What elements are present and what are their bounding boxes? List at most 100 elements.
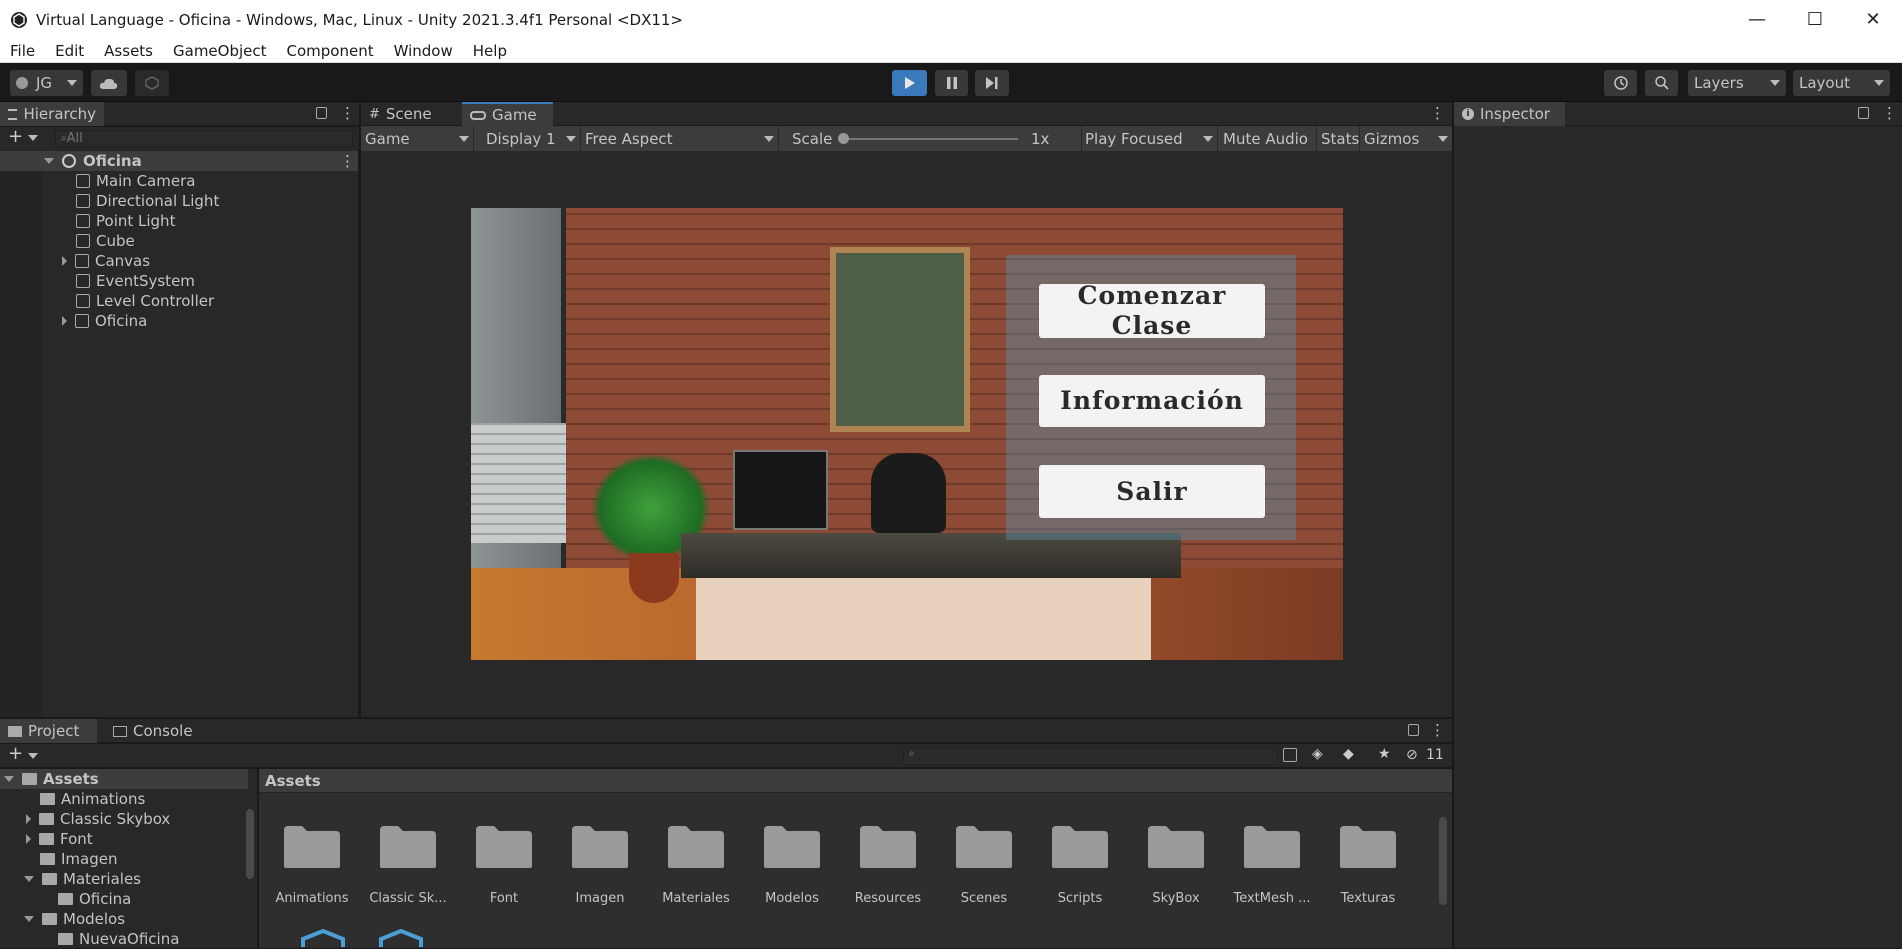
chevron-right-icon[interactable] [62,256,67,266]
lock-icon[interactable] [1408,724,1419,736]
search-by-type-icon[interactable] [1283,748,1297,762]
layout-dropdown[interactable]: Layout [1793,70,1890,96]
assets-scrollbar[interactable] [1439,817,1447,905]
mute-audio-toggle[interactable]: Mute Audio [1219,126,1317,151]
hierarchy-item[interactable]: Main Camera [0,171,358,191]
asset-prefab-icon[interactable] [301,929,345,949]
menu-assets[interactable]: Assets [94,42,163,60]
cloud-button[interactable] [91,70,127,96]
layers-dropdown[interactable]: Layers [1688,70,1786,96]
display-dropdown[interactable] [361,126,490,151]
display-dropdown[interactable]: Display 1 [482,126,581,151]
asset-folder-icon[interactable] [1338,822,1398,870]
chevron-right-icon[interactable] [26,814,31,824]
menu-help[interactable]: Help [463,42,517,60]
hierarchy-item[interactable]: Directional Light [0,191,358,211]
tag-icon[interactable]: ◆ [1343,746,1354,762]
more-options-icon[interactable]: ⋮ [1430,721,1445,739]
hierarchy-item[interactable]: Oficina [0,311,358,331]
tree-item-assets[interactable]: Assets [0,769,248,789]
stats-toggle[interactable]: Stats [1317,126,1360,151]
lock-icon[interactable] [316,107,327,119]
collab-button[interactable] [135,70,169,96]
lock-icon[interactable] [1858,107,1869,119]
scale-slider[interactable] [842,138,1018,140]
hierarchy-item[interactable]: Level Controller [0,291,358,311]
account-dropdown[interactable]: JG [10,70,83,96]
hierarchy-item[interactable]: EventSystem [0,271,358,291]
chevron-down-icon[interactable] [24,916,34,922]
asset-folder-icon[interactable] [666,822,726,870]
search-button[interactable] [1645,70,1678,96]
step-button[interactable] [975,70,1009,96]
asset-folder-icon[interactable] [570,822,630,870]
tab-hierarchy[interactable]: Hierarchy [0,102,104,126]
menu-component[interactable]: Component [277,42,384,60]
close-button[interactable]: ✕ [1844,0,1902,39]
asset-folder-icon[interactable] [1242,822,1302,870]
minimize-button[interactable]: — [1728,0,1786,39]
tab-console[interactable]: Console [105,719,205,743]
add-button[interactable]: + [8,126,23,147]
hierarchy-item[interactable]: Canvas [0,251,358,271]
hierarchy-search-input[interactable] [66,131,327,146]
tree-item[interactable]: Materiales [24,869,141,889]
more-options-icon[interactable]: ⋮ [1430,104,1445,122]
asset-folder-icon[interactable] [1050,822,1110,870]
asset-folder-icon[interactable] [858,822,918,870]
play-button[interactable] [892,70,927,96]
tree-item[interactable]: Oficina [58,889,131,909]
tree-item[interactable]: Animations [40,789,145,809]
chevron-right-icon[interactable] [26,834,31,844]
hierarchy-search-field[interactable]: ⌕ [55,130,353,147]
asset-folder-icon[interactable] [762,822,822,870]
asset-folder-icon[interactable] [474,822,534,870]
tree-item[interactable]: Imagen [40,849,117,869]
aspect-dropdown[interactable]: Free Aspect [581,126,779,151]
play-mode-dropdown[interactable]: Play Focused [1081,126,1218,151]
asset-folder-icon[interactable] [1146,822,1206,870]
star-icon[interactable]: ★ [1378,746,1391,762]
filter-type-icon[interactable]: ◈ [1312,746,1323,762]
asset-folder-icon[interactable] [954,822,1014,870]
tab-scene[interactable]: # Scene [361,102,460,126]
pause-button[interactable] [935,70,968,96]
project-search-field[interactable]: ⌕ [903,747,1278,765]
salir-button[interactable]: Salir [1039,465,1265,518]
chevron-right-icon[interactable] [62,316,67,326]
chevron-down-icon[interactable] [28,135,38,141]
maximize-button[interactable]: ☐ [1786,0,1844,39]
scene-row-oficina[interactable]: Oficina ⋮ [0,151,358,171]
chevron-down-icon[interactable] [44,158,54,164]
tree-item[interactable]: Classic Skybox [26,809,170,829]
chevron-down-icon[interactable] [28,753,38,759]
tab-inspector[interactable]: i Inspector [1454,102,1565,126]
asset-prefab-icon[interactable] [379,929,423,949]
menu-edit[interactable]: Edit [45,42,94,60]
hierarchy-item[interactable]: Point Light [0,211,358,231]
gizmos-dropdown[interactable]: Gizmos [1360,126,1452,151]
hierarchy-item[interactable]: Cube [0,231,358,251]
breadcrumb-assets[interactable]: Assets [265,772,321,790]
tab-project[interactable]: Project [0,719,97,743]
asset-folder-icon[interactable] [378,822,438,870]
tab-game[interactable]: Game [462,102,553,126]
hidden-packages-icon[interactable]: ⊘ [1406,747,1418,763]
menu-file[interactable]: File [0,42,45,60]
informacion-button[interactable]: Información [1039,375,1265,427]
asset-folder-icon[interactable] [282,822,342,870]
menu-window[interactable]: Window [384,42,463,60]
undo-history-button[interactable] [1604,70,1637,96]
tree-item[interactable]: Font [26,829,93,849]
tree-scrollbar[interactable] [246,809,254,879]
scale-control[interactable]: Scale 1x [782,126,1082,151]
more-options-icon[interactable]: ⋮ [1882,104,1897,122]
tree-item[interactable]: NuevaOficina [58,929,179,949]
menu-gameobject[interactable]: GameObject [163,42,277,60]
tree-item[interactable]: Modelos [24,909,125,929]
chevron-down-icon[interactable] [24,876,34,882]
more-options-icon[interactable]: ⋮ [340,104,355,122]
add-button[interactable]: + [8,743,23,764]
more-options-icon[interactable]: ⋮ [340,152,355,170]
scale-slider-thumb[interactable] [838,133,849,144]
